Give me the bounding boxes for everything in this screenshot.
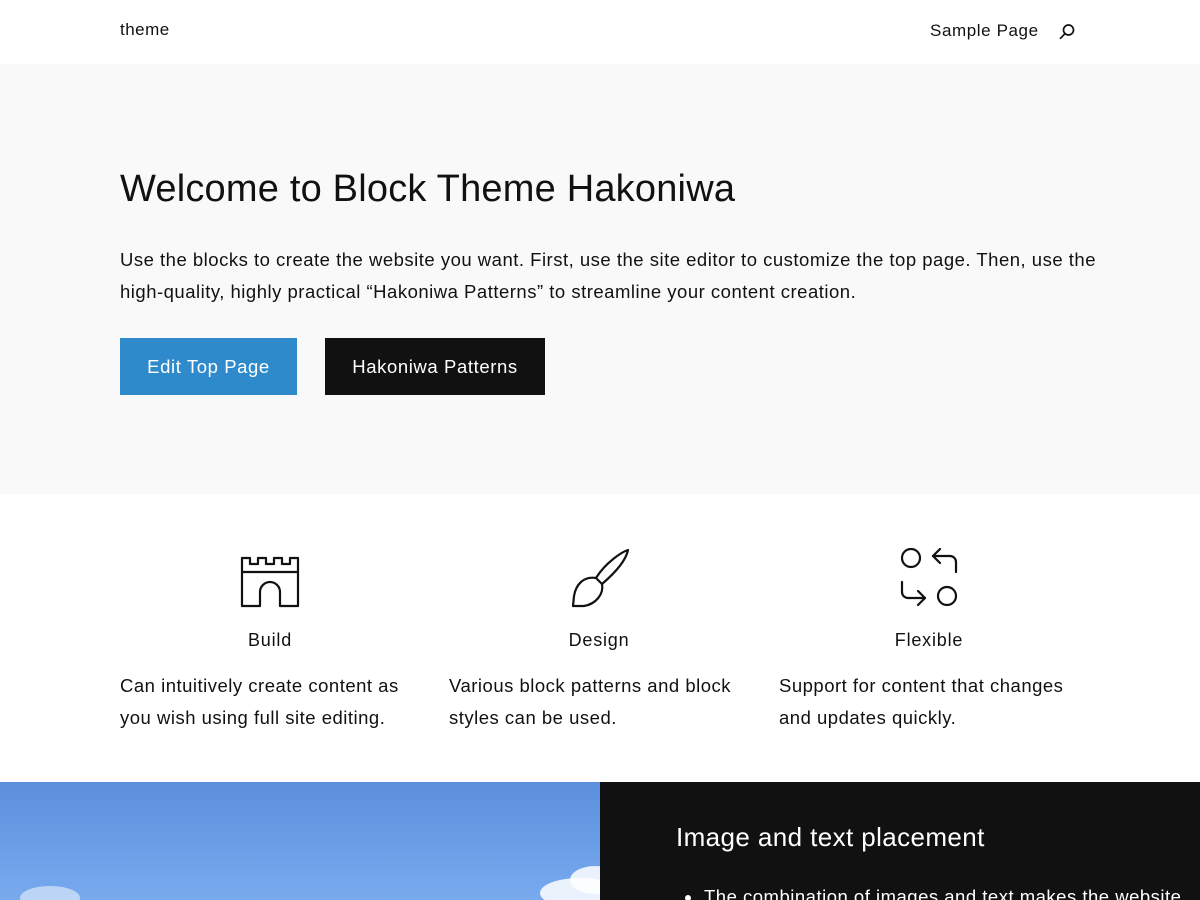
hero-description: Use the blocks to create the website you…	[120, 249, 1096, 302]
flexible-arrows-icon	[900, 548, 958, 607]
hakoniwa-patterns-button[interactable]: Hakoniwa Patterns	[325, 338, 545, 395]
brush-icon	[571, 548, 630, 608]
feature-title: Design	[568, 630, 630, 650]
feature-text: Can intuitively create content as you wi…	[120, 675, 399, 728]
site-title[interactable]: theme	[120, 20, 170, 40]
cloud	[20, 886, 80, 900]
feature-title: Build	[247, 630, 293, 650]
castle-icon	[240, 556, 300, 608]
media-list-item: The combination of images and text makes…	[685, 886, 1200, 900]
media-list-text: The combination of images and text makes…	[704, 886, 1182, 900]
feature-title: Flexible	[894, 630, 964, 650]
edit-top-page-button[interactable]: Edit Top Page	[120, 338, 297, 395]
media-title: Image and text placement	[676, 822, 985, 852]
bullet	[685, 895, 691, 900]
search-button[interactable]	[1057, 22, 1077, 42]
feature-text: Support for content that changes and upd…	[779, 675, 1064, 728]
hero-title: Welcome to Block Theme Hakoniwa	[120, 168, 736, 210]
media-text-section: Image and text placement The combination…	[0, 782, 1200, 900]
site-header: theme Sample Page	[0, 0, 1200, 64]
nav-item-sample-page[interactable]: Sample Page	[930, 21, 1039, 41]
features-section: Build Can intuitively create content as …	[0, 494, 1200, 782]
hero-section: Welcome to Block Theme Hakoniwa Use the …	[0, 64, 1200, 494]
search-icon	[1059, 24, 1075, 40]
sky-photo	[0, 782, 600, 900]
media-text-panel: Image and text placement The combination…	[600, 782, 1200, 900]
feature-text: Various block patterns and block styles …	[449, 675, 732, 728]
